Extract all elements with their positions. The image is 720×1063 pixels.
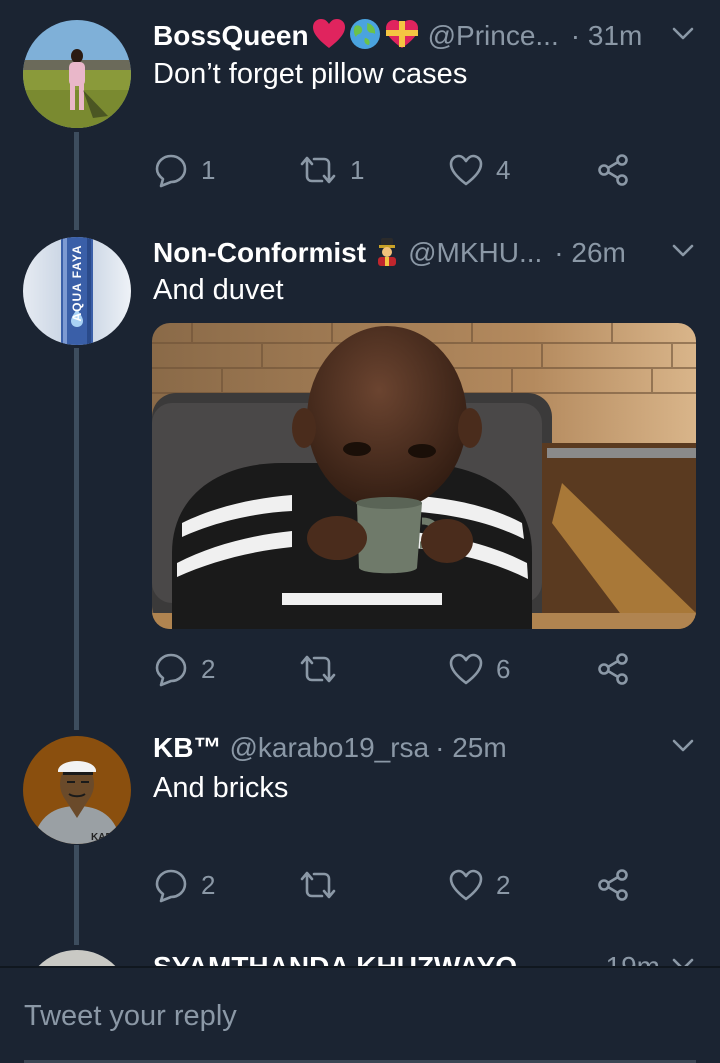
thread-line <box>74 348 79 730</box>
tweet-text: And duvet <box>153 274 284 306</box>
guard-icon <box>374 236 400 271</box>
media-image[interactable] <box>152 323 696 629</box>
reply-button[interactable]: 1 <box>153 150 215 190</box>
avatar-label: AQUA FAYA <box>70 244 84 322</box>
retweet-button[interactable] <box>298 865 350 905</box>
chevron-down-icon[interactable] <box>670 951 696 966</box>
timestamp[interactable]: · 31m <box>571 20 643 52</box>
retweet-count: 1 <box>350 154 365 185</box>
heart-icon <box>449 869 483 901</box>
display-name[interactable]: SYAMTHANDA KHUZWAYO <box>153 951 517 966</box>
avatar[interactable] <box>23 950 131 966</box>
like-button[interactable]: 2 <box>448 865 510 905</box>
reply-button[interactable]: 2 <box>153 649 215 689</box>
heart-icon <box>449 653 483 685</box>
chevron-down-icon[interactable] <box>670 237 696 263</box>
share-icon <box>598 154 628 186</box>
avatar[interactable]: KAR <box>23 736 131 844</box>
like-count: 6 <box>496 653 511 684</box>
like-count: 4 <box>496 154 511 185</box>
reply-count: 1 <box>201 154 216 185</box>
child-sipping-tea-image <box>152 323 696 629</box>
timestamp[interactable]: · 19m <box>588 951 660 966</box>
retweet-icon <box>300 655 336 683</box>
retweet-button[interactable] <box>298 649 350 689</box>
heart-icon <box>449 154 483 186</box>
display-name[interactable]: KB™ <box>153 732 221 764</box>
tweet-1: BossQueen @Prince... · 31m Don’t forget … <box>0 0 720 230</box>
tweet-header: BossQueen @Prince... · 31m <box>153 16 696 56</box>
thread-line <box>74 132 79 230</box>
share-button[interactable] <box>595 649 631 689</box>
display-name[interactable]: Non-Conformist <box>153 237 366 269</box>
retweet-icon <box>300 156 336 184</box>
cartoon-avatar-icon <box>23 736 131 844</box>
retweet-icon <box>300 871 336 899</box>
tweet-2: AQUA FAYA Non-Conformist @MKHU... · 26m … <box>0 230 720 730</box>
like-button[interactable]: 4 <box>448 150 510 190</box>
avatar-photo-icon <box>23 20 131 128</box>
retweet-button[interactable]: 1 <box>298 150 364 190</box>
tweet-text: Don’t forget pillow cases <box>153 58 468 90</box>
share-button[interactable] <box>595 865 631 905</box>
chevron-down-icon[interactable] <box>670 20 696 46</box>
display-name[interactable]: BossQueen <box>153 20 309 52</box>
reply-count: 2 <box>201 653 216 684</box>
action-bar: 2 6 <box>153 649 633 689</box>
user-handle[interactable]: @Prince... <box>428 20 559 52</box>
red-heart-icon <box>312 18 346 54</box>
reply-count: 2 <box>201 869 216 900</box>
chevron-down-icon[interactable] <box>670 732 696 758</box>
avatar[interactable]: AQUA FAYA <box>23 237 131 345</box>
reply-composer: Tweet your reply <box>0 966 720 1063</box>
tweet-header: KB™ @karabo19_rsa · 25m <box>153 728 696 768</box>
avatar-label: KAR <box>91 832 113 843</box>
reply-button[interactable]: 2 <box>153 865 215 905</box>
timestamp[interactable]: · 25m <box>435 732 507 764</box>
reply-icon <box>155 154 187 188</box>
heart-ribbon-icon <box>384 19 420 54</box>
tweet-4: SYAMTHANDA KHUZWAYO · 19m <box>0 945 720 966</box>
globe-asia-icon <box>349 18 381 55</box>
share-icon <box>598 653 628 685</box>
thread-line <box>74 845 79 945</box>
user-handle[interactable]: @karabo19_rsa <box>229 732 429 764</box>
timestamp[interactable]: · 26m <box>554 237 626 269</box>
share-icon <box>598 869 628 901</box>
tweet-header: Non-Conformist @MKHU... · 26m <box>153 233 696 273</box>
share-button[interactable] <box>595 150 631 190</box>
tweet-3: KAR KB™ @karabo19_rsa · 25m And bricks 2… <box>0 730 720 945</box>
tweet-text: And bricks <box>153 772 289 804</box>
avatar[interactable] <box>23 20 131 128</box>
action-bar: 1 1 4 <box>153 150 633 190</box>
action-bar: 2 2 <box>153 865 633 905</box>
user-handle[interactable]: @MKHU... <box>408 237 542 269</box>
tweet-header: SYAMTHANDA KHUZWAYO · 19m <box>153 947 696 966</box>
like-count: 2 <box>496 869 511 900</box>
reply-icon <box>155 869 187 903</box>
like-button[interactable]: 6 <box>448 649 510 689</box>
reply-input[interactable]: Tweet your reply <box>24 1000 237 1033</box>
reply-icon <box>155 653 187 687</box>
